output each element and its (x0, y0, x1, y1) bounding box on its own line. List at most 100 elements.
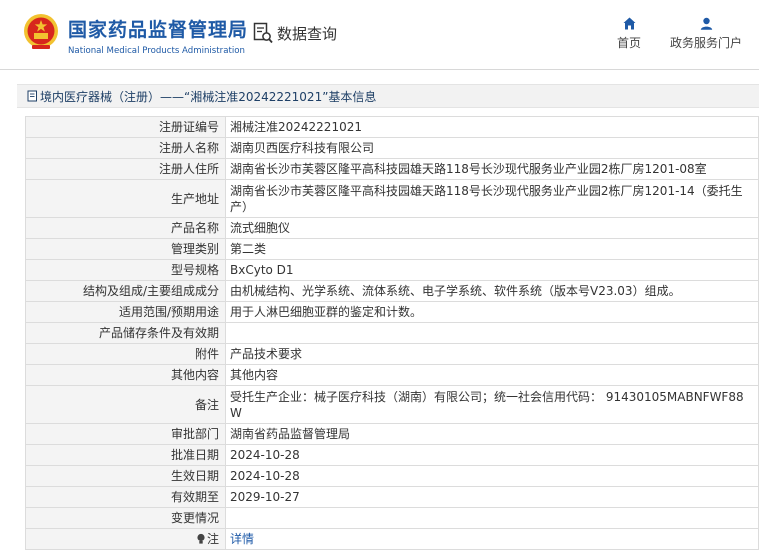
row-label-text: 结构及组成/主要组成成分 (82, 284, 219, 298)
row-value-text: 湖南贝西医疗科技有限公司 (230, 141, 375, 155)
row-label-text: 注册证编号 (158, 120, 219, 134)
row-value: 由机械结构、光学系统、流体系统、电子学系统、软件系统（版本号V23.03）组成。 (225, 280, 759, 302)
nav-gov-portal[interactable]: 政务服务门户 (668, 17, 744, 51)
row-value-text: 由机械结构、光学系统、流体系统、电子学系统、软件系统（版本号V23.03）组成。 (230, 284, 681, 298)
row-value: 第二类 (225, 238, 759, 260)
row-value: 2024-10-28 (225, 444, 759, 466)
info-row: 变更情况 (25, 507, 759, 529)
row-value (225, 507, 759, 529)
row-value-text: 2024-10-28 (230, 448, 300, 462)
row-label-text: 备注 (194, 397, 219, 412)
info-row: 其他内容 其他内容 (25, 364, 759, 386)
row-label: 变更情况 (25, 507, 226, 529)
row-value: 湖南贝西医疗科技有限公司 (225, 137, 759, 159)
breadcrumb-text: 境内医疗器械（注册）——“湘械注准20242221021”基本信息 (40, 89, 377, 104)
site-header: 国家药品监督管理局 National Medical Products Admi… (0, 0, 759, 70)
user-icon (700, 17, 712, 30)
row-label: 产品储存条件及有效期 (25, 322, 226, 344)
row-label: 适用范围/预期用途 (25, 301, 226, 323)
row-value-text: 2029-10-27 (230, 490, 300, 504)
row-label: 其他内容 (25, 364, 226, 386)
row-value: 湘械注准20242221021 (225, 116, 759, 138)
row-label: 有效期至 (25, 486, 226, 508)
row-value-text: 产品技术要求 (230, 347, 303, 361)
row-label: 注册人住所 (25, 158, 226, 180)
lightbulb-icon (197, 533, 205, 544)
info-row: 注册证编号 湘械注准20242221021 (25, 116, 759, 138)
row-label-text: 适用范围/预期用途 (118, 305, 219, 319)
row-value: 湖南省药品监督管理局 (225, 423, 759, 445)
info-row: 备注 受托生产企业：械子医疗科技（湖南）有限公司；统一社会信用代码： 914301… (25, 385, 759, 424)
row-value-text: 其他内容 (230, 368, 279, 382)
info-row: 有效期至 2029-10-27 (25, 486, 759, 508)
row-label: 管理类别 (25, 238, 226, 260)
info-row: 注册人名称 湖南贝西医疗科技有限公司 (25, 137, 759, 159)
site-brand[interactable]: 国家药品监督管理局 National Medical Products Admi… (68, 15, 248, 56)
row-value-text: 受托生产企业：械子医疗科技（湖南）有限公司；统一社会信用代码： 91430105… (230, 389, 744, 420)
breadcrumb: 境内医疗器械（注册）——“湘械注准20242221021”基本信息 (17, 84, 759, 108)
data-query-label: 数据查询 (277, 24, 338, 43)
info-row: 附件 产品技术要求 (25, 343, 759, 365)
home-icon (623, 17, 635, 30)
info-row: 适用范围/预期用途 用于人淋巴细胞亚群的鉴定和计数。 (25, 301, 759, 323)
document-icon (27, 90, 37, 102)
site-name-en: National Medical Products Administration (68, 46, 245, 56)
row-value: 产品技术要求 (225, 343, 759, 365)
row-value: 2024-10-28 (225, 465, 759, 487)
row-label-text: 生产地址 (170, 191, 219, 206)
row-value: 其他内容 (225, 364, 759, 386)
row-value-text: 湖南省药品监督管理局 (230, 427, 351, 441)
row-label: 注册证编号 (25, 116, 226, 138)
row-label-text: 注册人名称 (158, 141, 219, 155)
row-label-text: 批准日期 (170, 448, 219, 462)
row-label-text: 其他内容 (170, 368, 219, 382)
row-label-text: 产品储存条件及有效期 (98, 326, 219, 340)
row-value-text: 2024-10-28 (230, 469, 300, 483)
info-row: 产品名称 流式细胞仪 (25, 217, 759, 239)
row-label-text: 管理类别 (170, 242, 219, 256)
nav-home[interactable]: 首页 (612, 17, 646, 51)
row-value-text: 湖南省长沙市芙蓉区隆平高科技园雄天路118号长沙现代服务业产业园2栋厂房1201… (230, 183, 743, 214)
row-label-text: 型号规格 (170, 263, 219, 277)
row-label: 产品名称 (25, 217, 226, 239)
row-value-text: BxCyto D1 (230, 263, 294, 277)
row-value: 湖南省长沙市芙蓉区隆平高科技园雄天路118号长沙现代服务业产业园2栋厂房1201… (225, 158, 759, 180)
row-value-text: 用于人淋巴细胞亚群的鉴定和计数。 (230, 305, 423, 319)
details-link[interactable]: 详情 (230, 532, 254, 546)
nav-home-label: 首页 (616, 36, 641, 50)
info-row: 结构及组成/主要组成成分 由机械结构、光学系统、流体系统、电子学系统、软件系统（版… (25, 280, 759, 302)
row-value: 2029-10-27 (225, 486, 759, 508)
row-label-text: 审批部门 (170, 427, 219, 441)
info-row: 生产地址 湖南省长沙市芙蓉区隆平高科技园雄天路118号长沙现代服务业产业园2栋厂房… (25, 179, 759, 218)
row-label-text: 产品名称 (170, 221, 219, 235)
row-label: 生效日期 (25, 465, 226, 487)
info-row: 注详情 (25, 528, 759, 550)
row-label: 结构及组成/主要组成成分 (25, 280, 226, 302)
row-label-text: 注 (206, 532, 219, 546)
info-row: 产品储存条件及有效期 (25, 322, 759, 344)
info-row: 生效日期 2024-10-28 (25, 465, 759, 487)
info-row: 注册人住所 湖南省长沙市芙蓉区隆平高科技园雄天路118号长沙现代服务业产业园2栋厂… (25, 158, 759, 180)
row-value-text: 湖南省长沙市芙蓉区隆平高科技园雄天路118号长沙现代服务业产业园2栋厂房1201… (230, 162, 707, 176)
row-label: 型号规格 (25, 259, 226, 281)
row-value: BxCyto D1 (225, 259, 759, 281)
row-label-text: 附件 (194, 347, 219, 361)
info-row: 批准日期 2024-10-28 (25, 444, 759, 466)
row-value: 受托生产企业：械子医疗科技（湖南）有限公司；统一社会信用代码： 91430105… (225, 385, 759, 424)
row-label-text: 有效期至 (170, 490, 219, 504)
row-value-text: 第二类 (230, 242, 267, 256)
info-row: 管理类别 第二类 (25, 238, 759, 260)
row-label: 批准日期 (25, 444, 226, 466)
nav-gov-portal-label: 政务服务门户 (669, 36, 742, 50)
row-value: 湖南省长沙市芙蓉区隆平高科技园雄天路118号长沙现代服务业产业园2栋厂房1201… (225, 179, 759, 218)
national-emblem-icon (24, 14, 58, 49)
row-label: 生产地址 (25, 179, 226, 218)
row-label: 注册人名称 (25, 137, 226, 159)
row-label: 备注 (25, 385, 226, 424)
row-label-text: 变更情况 (170, 511, 219, 525)
data-query-title: 数据查询 (253, 22, 337, 44)
row-value-text: 流式细胞仪 (230, 221, 291, 235)
info-row: 审批部门 湖南省药品监督管理局 (25, 423, 759, 445)
data-search-icon (253, 22, 273, 44)
row-value (225, 322, 759, 344)
